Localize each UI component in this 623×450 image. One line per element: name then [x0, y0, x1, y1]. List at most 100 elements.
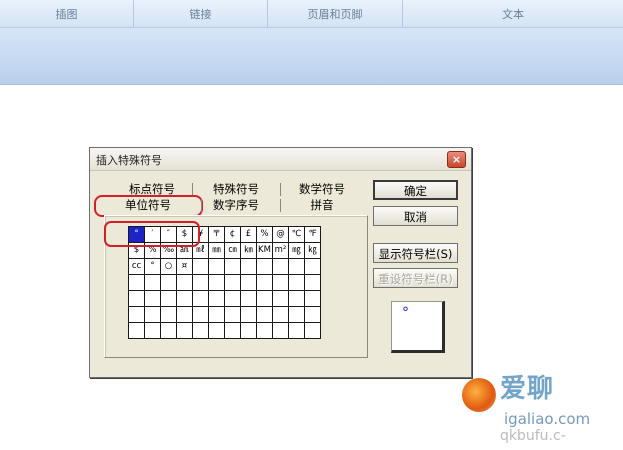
symbol-cell[interactable] [128, 306, 145, 323]
symbol-grid-row [128, 322, 321, 339]
symbol-cell[interactable] [160, 306, 177, 323]
symbol-cell[interactable] [272, 290, 289, 307]
symbol-cell[interactable] [256, 306, 273, 323]
symbol-cell[interactable]: 〒 [208, 226, 225, 243]
symbol-cell[interactable] [208, 322, 225, 339]
symbol-cell[interactable]: ℃ [288, 226, 305, 243]
symbol-cell[interactable] [256, 290, 273, 307]
dialog-titlebar[interactable]: 插入特殊符号 × [90, 148, 471, 171]
symbol-cell[interactable] [208, 306, 225, 323]
symbol-cell[interactable] [304, 322, 321, 339]
symbol-cell[interactable] [160, 322, 177, 339]
symbol-cell[interactable] [128, 274, 145, 291]
symbol-cell[interactable] [272, 274, 289, 291]
symbol-cell[interactable] [128, 322, 145, 339]
show-symbol-toolbar-button[interactable]: 显示符号栏(S) [373, 243, 458, 263]
symbol-cell[interactable] [192, 290, 209, 307]
close-icon[interactable]: × [447, 151, 466, 168]
symbol-cell[interactable] [176, 322, 193, 339]
symbol-cell[interactable] [208, 290, 225, 307]
symbol-cell[interactable] [160, 290, 177, 307]
symbol-cell[interactable] [304, 258, 321, 275]
symbol-cell[interactable] [288, 306, 305, 323]
symbol-cell[interactable] [272, 258, 289, 275]
watermark-sub: qkbufu.c- [500, 428, 566, 444]
symbol-cell[interactable] [224, 290, 241, 307]
symbol-cell[interactable]: ㎏ [304, 242, 321, 259]
cancel-button[interactable]: 取消 [373, 206, 458, 226]
symbol-grid-row [128, 274, 321, 291]
insert-special-symbol-dialog: 插入特殊符号 × 标点符号 特殊符号 数学符号 单位符号 数字序号 拼音 ° ′ ″… [89, 147, 472, 378]
symbol-cell[interactable] [192, 258, 209, 275]
selection-highlight-frame [104, 221, 200, 247]
ribbon-band [0, 28, 623, 54]
symbol-cell[interactable] [224, 258, 241, 275]
symbol-cell[interactable] [176, 290, 193, 307]
symbol-cell[interactable]: ㎜ [208, 242, 225, 259]
symbol-cell[interactable] [144, 306, 161, 323]
symbol-cell[interactable] [304, 274, 321, 291]
tab-math-symbols[interactable]: 数学符号 [290, 182, 354, 197]
tab-divider [280, 183, 281, 196]
symbol-cell[interactable] [288, 258, 305, 275]
symbol-cell[interactable] [224, 274, 241, 291]
symbol-cell[interactable] [240, 258, 257, 275]
symbol-cell[interactable]: ¤ [176, 258, 193, 275]
ribbon-group-labels: 插图 链接 页眉和页脚 文本 [0, 0, 623, 28]
symbol-cell[interactable]: % [256, 226, 273, 243]
symbol-cell[interactable] [256, 274, 273, 291]
symbol-cell[interactable] [224, 306, 241, 323]
symbol-cell[interactable]: £ [240, 226, 257, 243]
tab-number-sequence[interactable]: 数字序号 [204, 198, 268, 213]
symbol-cell[interactable] [256, 258, 273, 275]
ribbon-group-text[interactable]: 文本 [403, 0, 623, 27]
symbol-cell[interactable] [256, 322, 273, 339]
symbol-cell[interactable]: KM [256, 242, 273, 259]
ribbon-group-links[interactable]: 链接 [134, 0, 268, 27]
symbol-cell[interactable]: ℉ [304, 226, 321, 243]
symbol-cell[interactable] [304, 290, 321, 307]
tab-divider [280, 199, 281, 212]
symbol-cell[interactable]: ㎎ [288, 242, 305, 259]
symbol-cell[interactable]: m² [272, 242, 289, 259]
tab-unit-symbols[interactable]: 单位符号 [116, 198, 180, 213]
symbol-cell[interactable] [240, 290, 257, 307]
symbol-cell[interactable]: ㎝ [224, 242, 241, 259]
symbol-cell[interactable] [144, 322, 161, 339]
symbol-cell[interactable] [160, 274, 177, 291]
tab-divider [201, 199, 202, 212]
symbol-cell[interactable] [144, 290, 161, 307]
symbol-cell[interactable] [240, 274, 257, 291]
symbol-cell[interactable] [272, 306, 289, 323]
symbol-cell[interactable] [208, 258, 225, 275]
symbol-cell[interactable] [288, 322, 305, 339]
symbol-cell[interactable] [192, 274, 209, 291]
tab-pinyin[interactable]: 拼音 [290, 198, 354, 213]
symbol-cell[interactable] [128, 290, 145, 307]
symbol-cell[interactable] [192, 322, 209, 339]
symbol-cell[interactable] [272, 322, 289, 339]
ribbon-group-header-footer[interactable]: 页眉和页脚 [268, 0, 403, 27]
tab-special-symbols[interactable]: 特殊符号 [204, 182, 268, 197]
symbol-cell[interactable] [224, 322, 241, 339]
symbol-cell[interactable]: ○ [160, 258, 177, 275]
symbol-cell[interactable] [176, 274, 193, 291]
symbol-cell[interactable]: @ [272, 226, 289, 243]
symbol-cell[interactable] [240, 322, 257, 339]
symbol-cell[interactable] [192, 306, 209, 323]
symbol-cell[interactable]: ¢ [224, 226, 241, 243]
symbol-cell[interactable]: ㎞ [240, 242, 257, 259]
symbol-cell[interactable] [176, 306, 193, 323]
symbol-cell[interactable] [304, 306, 321, 323]
watermark-domain: igaliao.com [504, 410, 591, 428]
symbol-cell[interactable] [288, 274, 305, 291]
symbol-cell[interactable] [144, 274, 161, 291]
symbol-cell[interactable]: cc [128, 258, 145, 275]
symbol-cell[interactable]: ° [144, 258, 161, 275]
preview-symbol: ° [402, 305, 409, 321]
ribbon-group-illustrations[interactable]: 插图 [0, 0, 134, 27]
symbol-cell[interactable] [208, 274, 225, 291]
symbol-cell[interactable] [240, 306, 257, 323]
ok-button[interactable]: 确定 [373, 180, 458, 200]
symbol-cell[interactable] [288, 290, 305, 307]
